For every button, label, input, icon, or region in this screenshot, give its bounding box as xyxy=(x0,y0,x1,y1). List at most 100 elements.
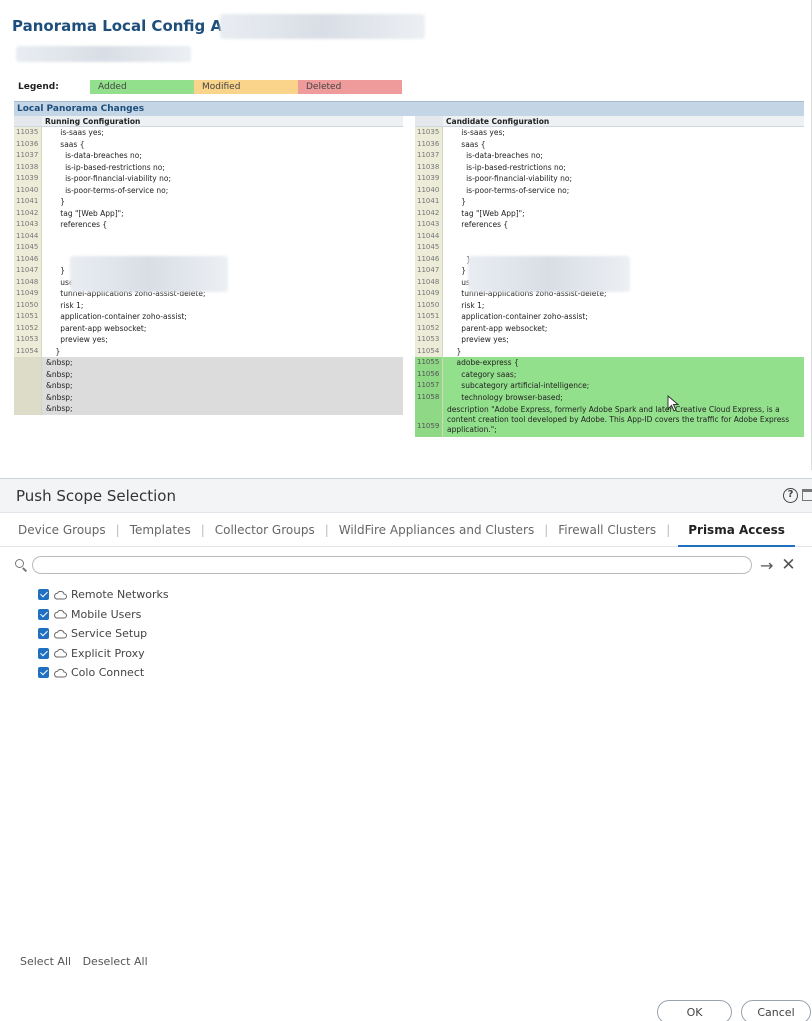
search-icon xyxy=(14,558,28,572)
candidate-config-line: 11056 category saas; xyxy=(415,368,804,380)
line-number: 11059 xyxy=(415,403,443,437)
tab-firewall-clusters[interactable]: Firewall Clusters xyxy=(556,513,658,547)
line-number: 11041 xyxy=(415,196,443,208)
tab-separator: | xyxy=(200,522,205,537)
legend-label: Legend: xyxy=(18,82,59,92)
scope-item-explicit-proxy[interactable]: Explicit Proxy xyxy=(38,644,169,664)
checkbox-checked-icon[interactable] xyxy=(38,608,49,620)
line-number: 11040 xyxy=(415,184,443,196)
line-number: 11049 xyxy=(415,288,443,300)
line-number: 11045 xyxy=(14,242,42,254)
line-number: 11039 xyxy=(14,173,42,185)
candidate-config-line: 11043 references { xyxy=(415,219,804,231)
config-text: &nbsp; xyxy=(42,380,403,392)
running-config-column: Running Configuration 11035 is-saas yes;… xyxy=(14,116,403,468)
cloud-icon xyxy=(54,668,67,678)
config-text xyxy=(443,231,804,243)
running-config-line: 11039 is-poor-financial-viability no; xyxy=(14,173,403,185)
window-icon[interactable] xyxy=(802,489,812,501)
line-number: 11051 xyxy=(14,311,42,323)
line-number: 11050 xyxy=(14,299,42,311)
cloud-icon xyxy=(54,629,67,639)
line-number: 11045 xyxy=(415,242,443,254)
line-number: 11039 xyxy=(415,173,443,185)
scope-item-service-setup[interactable]: Service Setup xyxy=(38,624,169,644)
line-number xyxy=(14,391,42,403)
config-text: is-saas yes; xyxy=(447,128,505,137)
config-text xyxy=(443,242,804,254)
config-text: } xyxy=(46,197,66,206)
config-text: &nbsp; xyxy=(42,403,403,415)
config-text: is-data-breaches no; xyxy=(46,151,142,160)
line-number: 11044 xyxy=(14,230,42,242)
search-input[interactable] xyxy=(32,556,752,574)
tab-templates[interactable]: Templates xyxy=(128,513,193,547)
scope-item-remote-networks[interactable]: Remote Networks xyxy=(38,585,169,605)
candidate-config-line: 11042 tag "[Web App]"; xyxy=(415,207,804,219)
config-text: saas { xyxy=(447,139,486,149)
push-scope-selection-dialog: Push Scope Selection ? Device Groups | Tem… xyxy=(0,478,812,1021)
cloud-icon xyxy=(54,649,67,658)
select-all-link[interactable]: Select All xyxy=(20,955,71,968)
candidate-config-line: 11037 is-data-breaches no; xyxy=(415,150,804,162)
running-config-header: Running Configuration xyxy=(14,116,403,127)
line-number-header xyxy=(14,116,42,126)
scope-item-mobile-users[interactable]: Mobile Users xyxy=(38,605,169,625)
tab-device-groups[interactable]: Device Groups xyxy=(16,513,108,547)
candidate-config-title: Candidate Configuration xyxy=(446,117,550,126)
config-text: tag "[Web App]"; xyxy=(447,208,525,218)
deselect-all-link[interactable]: Deselect All xyxy=(83,955,148,968)
help-icon[interactable]: ? xyxy=(783,488,798,503)
candidate-config-line: 11050 risk 1; xyxy=(415,299,804,311)
cloud-icon xyxy=(54,610,67,619)
checkbox-checked-icon[interactable] xyxy=(38,589,49,601)
ok-button[interactable]: OK xyxy=(657,1000,732,1021)
tab-wildfire-appliances-and-clusters[interactable]: WildFire Appliances and Clusters xyxy=(337,513,536,547)
line-number: 11043 xyxy=(415,219,443,231)
line-number xyxy=(14,403,42,415)
config-audit-panel: Panorama Local Config Audit Legend: Adde… xyxy=(0,0,812,470)
scope-item-colo-connect[interactable]: Colo Connect xyxy=(38,663,169,683)
running-config-line: 11043 references { xyxy=(14,219,403,231)
checkbox-checked-icon[interactable] xyxy=(38,628,49,640)
scope-list: Remote Networks Mobile Users Service Setup… xyxy=(38,585,169,683)
config-text: is-poor-financial-viability no; xyxy=(447,174,572,183)
tab-collector-groups[interactable]: Collector Groups xyxy=(213,513,317,547)
checkbox-checked-icon[interactable] xyxy=(38,647,49,659)
config-text: technology browser-based; xyxy=(443,391,804,403)
candidate-config-header: Candidate Configuration xyxy=(415,116,804,127)
line-number: 11042 xyxy=(415,207,443,219)
close-icon[interactable]: ✕ xyxy=(781,555,795,575)
running-config-line: &nbsp; xyxy=(14,368,403,380)
line-number: 11041 xyxy=(14,196,42,208)
scope-item-label: Remote Networks xyxy=(71,588,169,602)
candidate-config-line: 11055 adobe-express { xyxy=(415,357,804,369)
tab-separator: | xyxy=(324,522,329,537)
line-number: 11042 xyxy=(14,207,42,219)
config-text: is-data-breaches no; xyxy=(447,151,543,160)
line-number: 11051 xyxy=(415,311,443,323)
running-config-line: &nbsp; xyxy=(14,357,403,369)
legend-added: Added xyxy=(90,80,194,94)
line-number: 11052 xyxy=(14,322,42,334)
line-number: 11036 xyxy=(415,138,443,150)
checkbox-checked-icon[interactable] xyxy=(38,667,49,679)
running-config-line: &nbsp; xyxy=(14,380,403,392)
line-number: 11054 xyxy=(14,345,42,357)
selection-links: Select All Deselect All xyxy=(20,955,156,968)
candidate-config-line: 11057 subcategory artificial-intelligenc… xyxy=(415,380,804,392)
line-number: 11056 xyxy=(415,368,443,380)
config-text: description "Adobe Express, formerly Ado… xyxy=(443,403,804,437)
running-config-line: 11041 } xyxy=(14,196,403,208)
config-text: references { xyxy=(447,220,509,229)
line-number: 11052 xyxy=(415,322,443,334)
line-number: 11037 xyxy=(14,150,42,162)
cloud-icon xyxy=(54,590,67,600)
cancel-button[interactable]: Cancel xyxy=(741,1000,811,1021)
tab-prisma-access[interactable]: Prisma Access xyxy=(678,513,795,547)
search-row: → ✕ xyxy=(14,555,804,575)
line-number: 11035 xyxy=(415,127,443,139)
line-number: 11046 xyxy=(415,253,443,265)
arrow-right-icon[interactable]: → xyxy=(760,556,773,575)
candidate-config-line: 11041 } xyxy=(415,196,804,208)
